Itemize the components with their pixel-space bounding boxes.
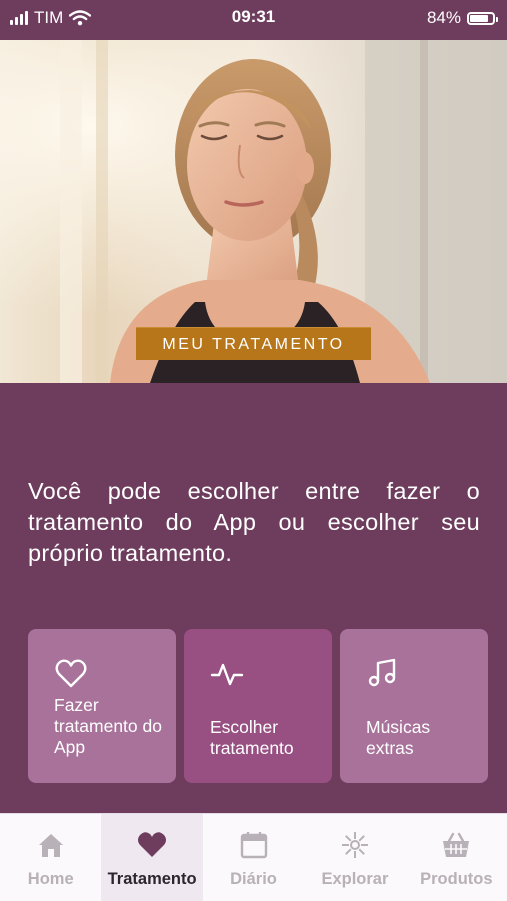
basket-icon [443, 832, 470, 857]
tab-tratamento[interactable]: Tratamento [101, 814, 203, 901]
card-label: Fazer tratamento do App [54, 695, 162, 757]
hero-image: MEU TRATAMENTO [0, 40, 507, 383]
pulse-icon [210, 663, 244, 686]
home-icon [38, 834, 63, 857]
card-choose-treatment[interactable]: Escolher tratamento [184, 629, 332, 783]
heart-icon [138, 832, 167, 857]
tab-home[interactable]: Home [0, 814, 101, 901]
tab-label: Explorar [321, 870, 389, 888]
calendar-icon [240, 832, 267, 859]
tab-label: Tratamento [107, 870, 197, 888]
card-extra-music[interactable]: Músicas extras [340, 629, 488, 783]
hero-badge: MEU TRATAMENTO [136, 327, 371, 360]
battery-icon [467, 11, 498, 25]
status-bar: TIM 09:31 84% [0, 0, 507, 40]
tab-bar: Home Tratamento Diário Explorar Produtos [0, 813, 507, 901]
tab-diario[interactable]: Diário [203, 814, 304, 901]
card-app-treatment[interactable]: Fazer tratamento do App [28, 629, 176, 783]
card-label: Escolher tratamento [210, 717, 294, 758]
tab-label: Diário [230, 870, 277, 888]
mandala-icon [341, 832, 368, 858]
intro-text: Você pode escolher entre fazer o tratame… [28, 478, 480, 566]
tab-explorar[interactable]: Explorar [304, 814, 405, 901]
tab-label: Produtos [420, 870, 493, 888]
card-label: Músicas extras [366, 717, 431, 758]
music-note-icon [368, 658, 396, 687]
option-cards: Fazer tratamento do App Escolher tratame… [28, 629, 488, 783]
status-right: 84% [426, 8, 498, 28]
heart-outline-icon [55, 659, 87, 688]
battery-percent: 84% [426, 8, 461, 27]
tab-label: Home [27, 870, 74, 888]
tab-produtos[interactable]: Produtos [406, 814, 507, 901]
